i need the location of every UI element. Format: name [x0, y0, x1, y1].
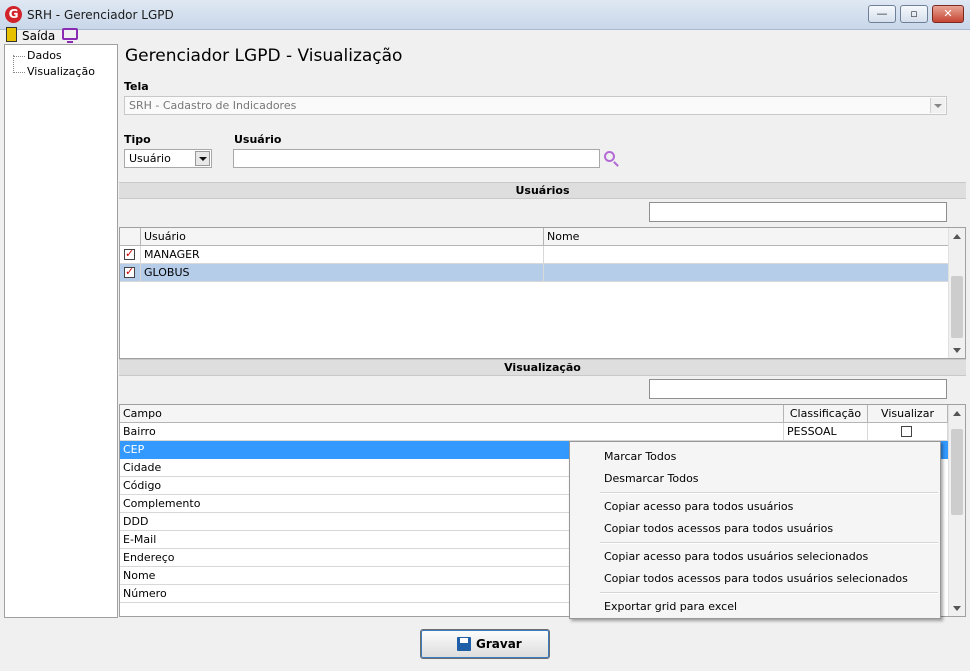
save-button[interactable]: Gravar [420, 629, 550, 659]
row-checkbox[interactable] [124, 247, 135, 260]
maximize-button[interactable]: ▫ [900, 5, 928, 23]
tree-item-visualizacao[interactable]: Visualização [13, 65, 95, 78]
usuarios-section-title: Usuários [119, 182, 966, 199]
scroll-up-icon[interactable] [949, 228, 965, 244]
tipo-dropdown-arrow[interactable] [195, 151, 210, 166]
menu-separator [600, 592, 938, 594]
visualizacao-col-campo[interactable]: Campo [120, 405, 784, 423]
floppy-disk-icon [457, 637, 471, 651]
menu-item-exportar-excel[interactable]: Exportar grid para excel [604, 600, 737, 613]
tipo-label: Tipo [124, 133, 151, 146]
window-title-bar: G SRH - Gerenciador LGPD — ▫ ✕ [0, 0, 970, 30]
chevron-down-icon [953, 605, 961, 611]
app-logo-icon: G [5, 6, 22, 23]
scroll-down-icon[interactable] [949, 342, 965, 358]
minimize-button[interactable]: — [868, 5, 896, 23]
usuario-search-icon[interactable] [604, 151, 622, 169]
usuario-label: Usuário [234, 133, 282, 146]
table-row[interactable]: MANAGER [120, 246, 949, 264]
chevron-down-icon [934, 103, 942, 108]
usuarios-col-nome[interactable]: Nome [544, 228, 949, 246]
window-title: SRH - Gerenciador LGPD [27, 8, 174, 22]
tree-item-dados[interactable]: Dados [13, 49, 62, 62]
chevron-up-icon [953, 233, 961, 239]
scrollbar-thumb[interactable] [951, 276, 963, 338]
tela-select[interactable]: SRH - Cadastro de Indicadores [124, 96, 947, 115]
visualizacao-scrollbar[interactable] [948, 405, 965, 616]
scroll-up-icon[interactable] [949, 405, 965, 421]
tipo-select[interactable]: Usuário [124, 149, 212, 168]
visualizacao-col-classificacao[interactable]: Classificação [784, 405, 868, 423]
exit-button-label[interactable]: Saída [22, 29, 55, 43]
classificacao-cell: PESSOAL [784, 423, 868, 441]
nome-cell [544, 246, 949, 264]
table-row[interactable]: Bairro PESSOAL [120, 423, 948, 441]
usuario-input[interactable] [233, 149, 600, 168]
row-checkbox[interactable] [124, 265, 135, 278]
nome-cell [544, 264, 949, 282]
save-button-label: Gravar [476, 637, 522, 651]
tela-dropdown-arrow[interactable] [930, 98, 945, 113]
tela-label: Tela [124, 80, 149, 93]
usuarios-col-usuario[interactable]: Usuário [141, 228, 544, 246]
menu-separator [600, 542, 938, 544]
row-check-cell [120, 264, 141, 282]
tela-select-value: SRH - Cadastro de Indicadores [129, 99, 297, 112]
menu-separator [600, 492, 938, 494]
chevron-up-icon [953, 410, 961, 416]
menu-item-copiar-todos-acessos-selecionados[interactable]: Copiar todos acessos para todos usuários… [604, 572, 908, 585]
visualizacao-col-visualizar[interactable]: Visualizar [868, 405, 948, 423]
table-row[interactable]: GLOBUS [120, 264, 949, 282]
usuarios-scrollbar[interactable] [948, 228, 965, 358]
scroll-down-icon[interactable] [949, 600, 965, 616]
exit-door-icon[interactable] [6, 27, 17, 42]
page-title: Gerenciador LGPD - Visualização [125, 46, 403, 66]
menu-item-marcar-todos[interactable]: Marcar Todos [604, 450, 676, 463]
usuario-cell: MANAGER [141, 246, 544, 264]
usuario-cell: GLOBUS [141, 264, 544, 282]
chevron-down-icon [953, 347, 961, 353]
visualizacao-grid-search-input[interactable] [649, 379, 947, 399]
scrollbar-thumb[interactable] [951, 429, 963, 515]
campo-cell: Bairro [120, 423, 784, 441]
visualizar-checkbox[interactable] [901, 426, 912, 437]
menu-item-desmarcar-todos[interactable]: Desmarcar Todos [604, 472, 699, 485]
visualizar-cell [868, 423, 948, 441]
tipo-select-value: Usuário [129, 152, 171, 165]
usuarios-grid-search-input[interactable] [649, 202, 947, 222]
monitor-icon[interactable] [62, 28, 78, 43]
usuarios-check-header[interactable] [120, 228, 141, 246]
menu-item-copiar-todos-acessos-todos[interactable]: Copiar todos acessos para todos usuários [604, 522, 833, 535]
chevron-down-icon [198, 156, 207, 161]
visualizacao-section-title: Visualização [119, 359, 966, 376]
usuarios-grid: Usuário Nome MANAGER GLOBUS [119, 227, 966, 359]
navigation-tree: Dados Visualização [4, 44, 118, 618]
menu-item-copiar-acesso-todos[interactable]: Copiar acesso para todos usuários [604, 500, 793, 513]
row-check-cell [120, 246, 141, 264]
close-button[interactable]: ✕ [932, 5, 964, 23]
context-menu: Marcar Todos Desmarcar Todos Copiar aces… [569, 441, 941, 619]
menu-item-copiar-acesso-selecionados[interactable]: Copiar acesso para todos usuários seleci… [604, 550, 868, 563]
